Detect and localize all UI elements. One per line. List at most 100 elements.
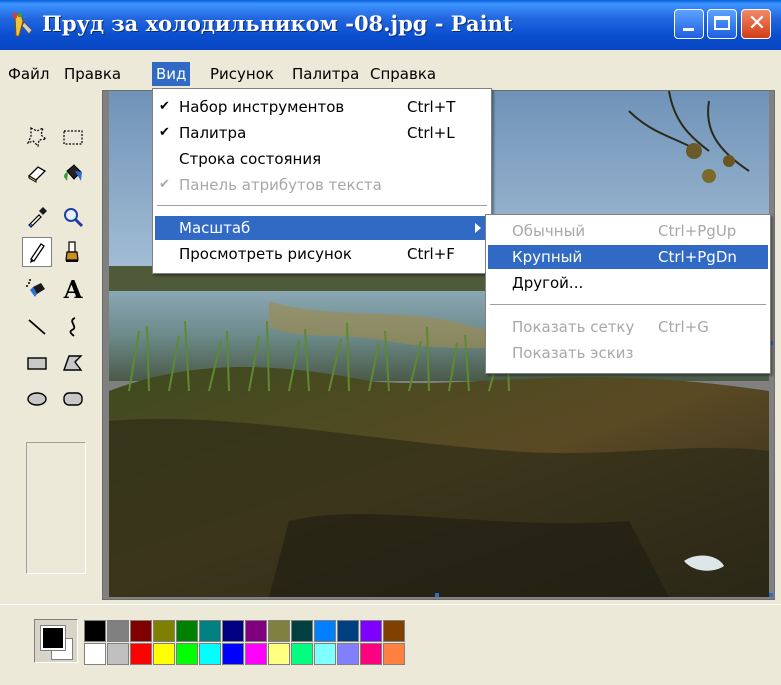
window-title: Пруд за холодильником -08.jpg - Paint <box>42 11 513 36</box>
airbrush-icon <box>26 279 45 297</box>
menu-file[interactable]: Файл <box>4 62 53 86</box>
menu-item-custom-zoom[interactable]: Другой... <box>488 271 768 295</box>
color-swatch[interactable] <box>130 643 152 665</box>
menu-item-status-bar[interactable]: Строка состояния <box>155 147 489 171</box>
eraser-tool[interactable] <box>22 158 52 188</box>
menu-item-palette[interactable]: ✔ Палитра Ctrl+L <box>155 121 489 145</box>
color-swatch[interactable] <box>107 643 129 665</box>
menu-item-toolbox[interactable]: ✔ Набор инструментов Ctrl+T <box>155 95 489 119</box>
color-swatch[interactable] <box>176 620 198 642</box>
magnifier-icon <box>64 208 84 228</box>
curve-icon <box>69 317 76 337</box>
color-swatch[interactable] <box>130 620 152 642</box>
menu-separator <box>490 304 766 306</box>
rectangle-tool[interactable] <box>22 348 52 378</box>
menu-item-shortcut: Ctrl+L <box>407 124 455 142</box>
color-swatch[interactable] <box>337 620 359 642</box>
menu-item-label: Панель атрибутов текста <box>179 176 382 194</box>
tool-box: A <box>6 92 98 598</box>
close-button[interactable]: ✕ <box>741 9 771 39</box>
color-swatch[interactable] <box>84 643 106 665</box>
palette-swatches <box>84 620 405 665</box>
color-swatch[interactable] <box>360 620 382 642</box>
color-swatch[interactable] <box>199 620 221 642</box>
color-swatch[interactable] <box>383 620 405 642</box>
minimize-button[interactable] <box>674 9 704 39</box>
rectangle-icon <box>27 357 47 370</box>
menu-item-show-thumbnail: Показать эскиз <box>488 341 768 365</box>
menu-item-view-bitmap[interactable]: Просмотреть рисунок Ctrl+F <box>155 242 489 266</box>
checkmark-icon: ✔ <box>159 125 170 140</box>
free-select-tool[interactable] <box>22 122 52 152</box>
pencil-icon <box>30 243 45 263</box>
checkmark-icon: ✔ <box>159 177 170 192</box>
menu-item-zoom[interactable]: Масштаб <box>155 216 489 240</box>
menu-item-shortcut: Ctrl+T <box>407 98 456 116</box>
menu-help[interactable]: Справка <box>366 62 440 86</box>
menu-image[interactable]: Рисунок <box>206 62 278 86</box>
menu-item-label: Крупный <box>512 248 583 266</box>
color-swatch[interactable] <box>360 643 382 665</box>
view-menu-dropdown: ✔ Набор инструментов Ctrl+T ✔ Палитра Ct… <box>152 88 492 274</box>
color-swatch[interactable] <box>245 620 267 642</box>
fill-bucket-icon <box>64 164 82 181</box>
menu-item-shortcut: Ctrl+G <box>658 318 709 336</box>
rect-select-icon <box>63 130 83 145</box>
color-swatch[interactable] <box>337 643 359 665</box>
zoom-submenu: Обычный Ctrl+PgUp Крупный Ctrl+PgDn Друг… <box>485 214 771 374</box>
resize-handle[interactable] <box>769 593 773 597</box>
minimize-icon <box>683 28 694 31</box>
curve-tool[interactable] <box>58 312 88 342</box>
maximize-icon <box>714 16 730 30</box>
color-swatch[interactable] <box>222 643 244 665</box>
magnifier-tool[interactable] <box>58 202 88 232</box>
resize-handle[interactable] <box>435 593 439 597</box>
color-swatch[interactable] <box>268 620 290 642</box>
brush-tool[interactable] <box>58 237 88 267</box>
color-swatch[interactable] <box>153 620 175 642</box>
polygon-tool[interactable] <box>58 348 88 378</box>
menu-item-label: Масштаб <box>179 219 251 237</box>
color-swatch[interactable] <box>176 643 198 665</box>
foreground-color <box>40 625 66 651</box>
polygon-icon <box>63 355 83 371</box>
color-swatch[interactable] <box>245 643 267 665</box>
tool-options-panel[interactable] <box>26 442 86 574</box>
menu-edit[interactable]: Правка <box>60 62 125 86</box>
title-bar[interactable]: Пруд за холодильником -08.jpg - Paint ✕ <box>0 0 781 50</box>
eraser-icon <box>27 166 47 183</box>
color-swatch[interactable] <box>222 620 244 642</box>
color-swatch[interactable] <box>291 620 313 642</box>
menu-item-large-size[interactable]: Крупный Ctrl+PgDn <box>488 245 768 269</box>
fill-tool[interactable] <box>58 158 88 188</box>
menu-bar: Файл Правка Вид Рисунок Палитра Справка <box>0 60 781 88</box>
menu-item-label: Строка состояния <box>179 150 322 168</box>
close-icon: ✕ <box>747 11 767 36</box>
rect-select-tool[interactable] <box>58 122 88 152</box>
color-swatch[interactable] <box>314 643 336 665</box>
color-swatch[interactable] <box>107 620 129 642</box>
menu-item-label: Просмотреть рисунок <box>179 245 352 263</box>
rounded-rectangle-tool[interactable] <box>58 384 88 414</box>
color-picker-tool[interactable] <box>22 202 52 232</box>
menu-view[interactable]: Вид <box>152 62 191 86</box>
pencil-tool[interactable] <box>22 237 52 267</box>
airbrush-tool[interactable] <box>22 274 52 304</box>
menu-item-label: Показать сетку <box>512 318 635 336</box>
text-tool[interactable]: A <box>58 274 88 304</box>
color-swatch[interactable] <box>268 643 290 665</box>
menu-item-shortcut: Ctrl+PgUp <box>658 222 737 240</box>
line-tool[interactable] <box>22 312 52 342</box>
menu-palette[interactable]: Палитра <box>288 62 363 86</box>
color-swatch[interactable] <box>314 620 336 642</box>
color-swatch[interactable] <box>153 643 175 665</box>
checkmark-icon: ✔ <box>159 99 170 114</box>
menu-item-shortcut: Ctrl+PgDn <box>658 248 737 266</box>
color-swatch[interactable] <box>383 643 405 665</box>
color-swatch[interactable] <box>84 620 106 642</box>
ellipse-tool[interactable] <box>22 384 52 414</box>
color-swatch[interactable] <box>291 643 313 665</box>
maximize-button[interactable] <box>707 9 737 39</box>
current-colors[interactable] <box>34 619 78 663</box>
color-swatch[interactable] <box>199 643 221 665</box>
